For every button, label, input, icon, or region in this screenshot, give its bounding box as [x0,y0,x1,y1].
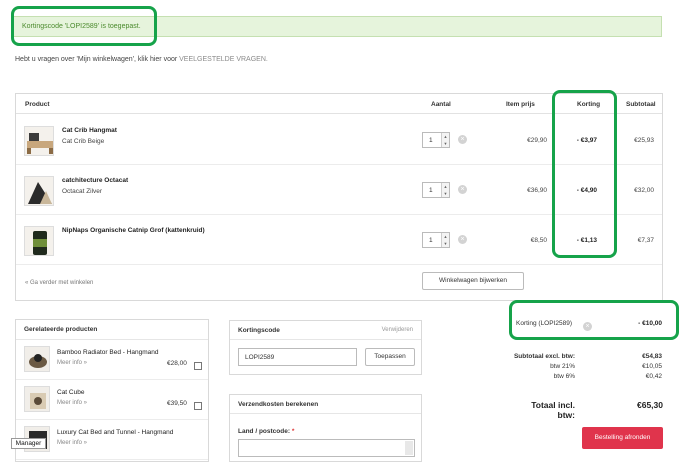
cart-table: Product Aantal Item prijs Korting Subtot… [15,93,663,301]
related-item: Cat Cube Meer info » €39,50 [16,380,208,420]
quantity-stepper[interactable]: 1 ▲ ▼ [422,182,450,198]
quantity-value[interactable]: 1 [429,137,433,144]
country-postcode-label: Land / postcode: * [238,428,294,435]
col-product: Product [25,101,50,108]
shipping-estimate-panel: Verzendkosten berekenen Land / postcode:… [229,394,422,462]
cart-header: Product Aantal Item prijs Korting Subtot… [16,94,662,114]
quantity-stepper[interactable]: 1 ▲ ▼ [422,132,450,148]
related-checkbox[interactable] [194,402,202,410]
cart-row: NipNaps Organische Catnip Grof (kattenkr… [16,215,662,265]
more-info-link[interactable]: Meer info » [57,360,87,366]
stepper-arrows-icon[interactable]: ▲ ▼ [441,233,449,247]
product-image[interactable] [24,176,54,206]
country-select[interactable] [238,439,415,457]
related-name[interactable]: Cat Cube [57,389,84,396]
item-subtotal: €25,93 [634,137,654,144]
coupon-input[interactable]: LOPI2589 [238,348,357,366]
subtotal-excl-value: €54,83 [642,353,662,360]
checkout-button[interactable]: Bestelling afronden [582,427,663,449]
stepper-arrows-icon[interactable]: ▲ ▼ [441,183,449,197]
remove-item-icon[interactable]: × [458,135,467,144]
manager-tab[interactable]: Manager [11,438,46,449]
col-item-price: Item prijs [506,101,535,108]
product-name[interactable]: Cat Crib Hangmat [62,127,117,134]
required-marker: * [291,428,295,435]
total-label: Totaal incl. btw: [531,400,575,420]
cart-row: Cat Crib Hangmat Cat Crib Beige 1 ▲ ▼ × €2… [16,115,662,165]
remove-discount-icon[interactable]: × [583,322,592,331]
related-name[interactable]: Bamboo Radiator Bed - Hangmand [57,349,159,356]
item-price: €8,50 [530,237,547,244]
related-title: Gerelateerde producten [24,326,98,333]
item-subtotal: €7,37 [637,237,654,244]
product-name[interactable]: catchitecture Octacat [62,177,128,184]
success-notice: Kortingscode 'LOPI2589' is toegepast. [13,16,662,37]
item-price: €29,90 [527,137,547,144]
related-name[interactable]: Luxury Cat Bed and Tunnel - Hangmand [57,429,173,436]
item-subtotal: €32,00 [634,187,654,194]
item-price: €36,90 [527,187,547,194]
more-info-link[interactable]: Meer info » [57,400,87,406]
help-text: Hebt u vragen over 'Mijn winkelwagen', k… [15,56,268,63]
item-discount: - €3,97 [576,137,597,144]
faq-link[interactable]: VEELGESTELDE VRAGEN. [179,56,268,63]
coupon-title: Kortingscode [238,327,280,334]
item-discount: - €4,90 [576,187,597,194]
apply-coupon-button[interactable]: Toepassen [365,348,415,366]
related-image[interactable] [24,386,50,412]
update-cart-button[interactable]: Winkelwagen bijwerken [422,272,524,290]
cart-row: catchitecture Octacat Octacat Zilver 1 ▲ ▼… [16,165,662,215]
totals-panel: Korting (LOPI2589) × - €10,00 Subtotaal … [508,300,678,462]
quantity-value[interactable]: 1 [429,187,433,194]
quantity-stepper[interactable]: 1 ▲ ▼ [422,232,450,248]
related-price: €39,50 [167,400,187,407]
remove-item-icon[interactable]: × [458,235,467,244]
vat21-label: btw 21% [550,363,575,370]
more-info-link[interactable]: Meer info » [57,440,87,446]
success-notice-text: Kortingscode 'LOPI2589' is toegepast. [22,23,141,30]
stepper-arrows-icon[interactable]: ▲ ▼ [441,133,449,147]
vat6-label: btw 6% [553,373,575,380]
product-name[interactable]: NipNaps Organische Catnip Grof (kattenkr… [62,227,205,234]
discount-line-value: - €10,00 [638,320,662,327]
total-value: €65,30 [637,400,663,410]
country-postcode-label-text: Land / postcode: [238,428,290,435]
help-prefix: Hebt u vragen over 'Mijn winkelwagen', k… [15,56,180,63]
remove-coupon-link[interactable]: Verwijderen [382,327,413,333]
item-discount: - €1,13 [576,237,597,244]
col-subtotal: Subtotaal [626,101,656,108]
vat21-value: €10,05 [642,363,662,370]
vat6-value: €0,42 [645,373,662,380]
related-item: Bamboo Radiator Bed - Hangmand Meer info… [16,340,208,380]
subtotal-excl-label: Subtotaal excl. btw: [513,353,575,360]
coupon-panel: Kortingscode Verwijderen LOPI2589 Toepas… [229,320,422,375]
select-scroll-icon[interactable] [405,441,413,455]
related-price: €28,00 [167,360,187,367]
related-image[interactable] [24,346,50,372]
divider [230,339,421,340]
divider [230,413,421,414]
product-variant: Cat Crib Beige [62,138,105,145]
product-variant: Octacat Zilver [62,188,103,195]
product-image[interactable] [24,226,54,256]
discount-line-label: Korting (LOPI2589) [516,320,573,327]
col-discount: Korting [577,101,601,108]
col-qty: Aantal [431,101,451,108]
shipping-title: Verzendkosten berekenen [238,401,319,408]
quantity-value[interactable]: 1 [429,237,433,244]
related-checkbox[interactable] [194,362,202,370]
continue-shopping-link[interactable]: « Ga verder met winkelen [25,280,93,286]
product-image[interactable] [24,126,54,156]
remove-item-icon[interactable]: × [458,185,467,194]
